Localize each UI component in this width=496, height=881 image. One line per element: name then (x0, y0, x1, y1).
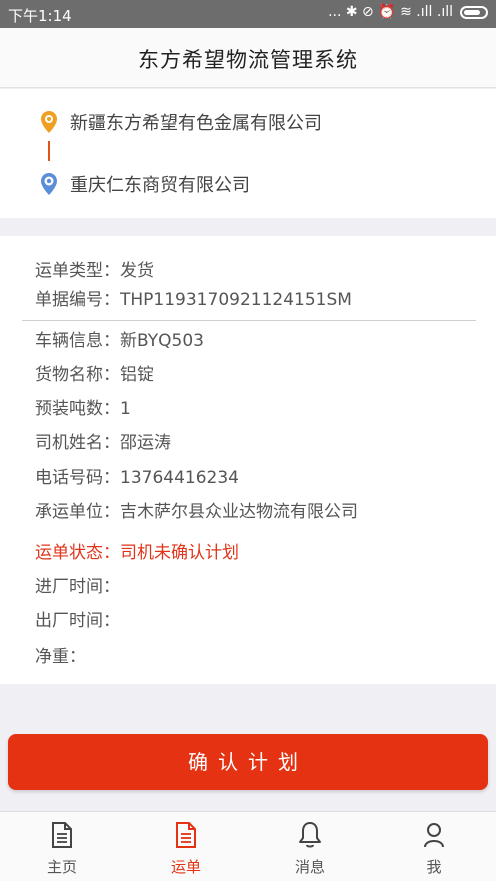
waybill-type-value: 发货 (120, 261, 154, 281)
carrier-row: 承运单位：吉木萨尔县众业达物流有限公司 (35, 497, 358, 522)
driver-value: 邵运涛 (120, 433, 171, 453)
status-row: 运单状态：司机未确认计划 (35, 538, 239, 563)
vehicle-row: 车辆信息：新BYQ503 (35, 326, 204, 351)
status-indicators: ... ✱ ⊘ ⏰ ≋ .ıll .ıll (328, 4, 453, 20)
page-title: 东方希望物流管理系统 (138, 48, 358, 72)
route-connector (48, 141, 50, 161)
tab-waybill-label: 运单 (170, 858, 201, 876)
bottom-tab-bar: 主页 运单 消息 我 (0, 811, 496, 881)
driver-label: 司机姓名： (35, 433, 120, 453)
entry-time-label: 进厂时间： (35, 577, 120, 597)
status-value: 司机未确认计划 (120, 543, 239, 563)
tab-home[interactable]: 主页 (0, 812, 124, 881)
tons-row: 预装吨数：1 (35, 394, 131, 419)
tons-value: 1 (120, 399, 131, 419)
status-time: 下午1:14 (8, 7, 72, 25)
person-icon (422, 820, 446, 850)
battery-icon (460, 5, 488, 19)
phone-row: 电话号码：13764416234 (35, 463, 239, 488)
destination-company: 重庆仁东商贸有限公司 (70, 175, 250, 196)
route-destination: 重庆仁东商贸有限公司 (40, 171, 250, 197)
route-origin: 新疆东方希望有色金属有限公司 (40, 109, 322, 135)
vehicle-value: 新BYQ503 (120, 331, 204, 351)
waybill-details: 运单类型：发货 单据编号：THP1193170921124151SM 车辆信息：… (0, 236, 496, 684)
net-weight-row: 净重： (35, 642, 86, 667)
driver-row: 司机姓名：邵运涛 (35, 428, 171, 453)
divider (22, 320, 476, 321)
origin-pin-icon (40, 110, 58, 134)
document-icon (175, 820, 197, 850)
exit-time-row: 出厂时间： (35, 606, 120, 631)
tab-me-label: 我 (426, 858, 442, 876)
status-label: 运单状态： (35, 543, 120, 563)
carrier-label: 承运单位： (35, 502, 120, 522)
waybill-type-row: 运单类型：发货 (35, 256, 154, 281)
doc-no-value: THP1193170921124151SM (120, 290, 352, 310)
destination-pin-icon (40, 172, 58, 196)
origin-company: 新疆东方希望有色金属有限公司 (70, 113, 322, 134)
status-icons: ... ✱ ⊘ ⏰ ≋ .ıll .ıll (328, 4, 488, 20)
goods-row: 货物名称：铝锭 (35, 360, 154, 385)
status-bar: 下午1:14 ... ✱ ⊘ ⏰ ≋ .ıll .ıll (0, 0, 496, 28)
route-card: 新疆东方希望有色金属有限公司 重庆仁东商贸有限公司 (0, 89, 496, 218)
entry-time-row: 进厂时间： (35, 572, 120, 597)
doc-no-row: 单据编号：THP1193170921124151SM (35, 285, 352, 310)
goods-value: 铝锭 (120, 365, 154, 385)
exit-time-label: 出厂时间： (35, 611, 120, 631)
tab-messages-label: 消息 (294, 858, 325, 876)
bell-icon (297, 820, 323, 850)
phone-value[interactable]: 13764416234 (120, 468, 239, 488)
tons-label: 预装吨数： (35, 399, 120, 419)
document-icon (51, 820, 73, 850)
vehicle-label: 车辆信息： (35, 331, 120, 351)
tab-me[interactable]: 我 (372, 812, 496, 881)
tab-home-label: 主页 (46, 858, 77, 876)
tab-waybill[interactable]: 运单 (124, 812, 248, 881)
waybill-type-label: 运单类型： (35, 261, 120, 281)
doc-no-label: 单据编号： (35, 290, 120, 310)
confirm-plan-button[interactable]: 确认计划 (8, 734, 488, 790)
tab-messages[interactable]: 消息 (248, 812, 372, 881)
app-header: 东方希望物流管理系统 (0, 28, 496, 88)
carrier-value: 吉木萨尔县众业达物流有限公司 (120, 502, 358, 522)
net-weight-label: 净重： (35, 647, 86, 667)
goods-label: 货物名称： (35, 365, 120, 385)
phone-label: 电话号码： (35, 468, 120, 488)
